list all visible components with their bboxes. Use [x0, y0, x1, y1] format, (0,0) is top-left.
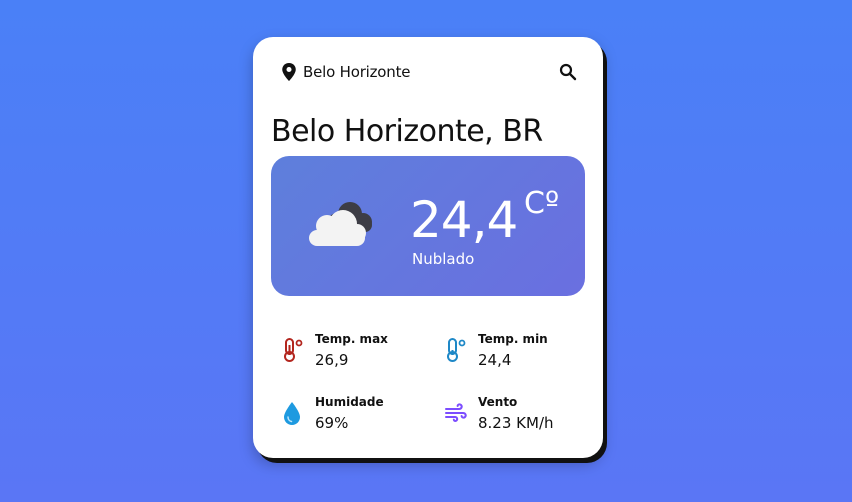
stat-label: Vento: [478, 395, 518, 409]
map-pin-icon: [282, 63, 296, 81]
cloudy-icon: [309, 202, 372, 246]
stat-wind: Vento 8.23 KM/h: [444, 394, 554, 434]
weather-card: Belo Horizonte Belo Horizonte, BR 24,4 C…: [253, 37, 603, 458]
temperature-unit: Cº: [524, 186, 560, 221]
thermometer-cold-icon: [447, 338, 466, 362]
stat-value: 24,4: [478, 351, 512, 369]
stat-label: Temp. min: [478, 332, 548, 346]
thermometer-hot-icon: [284, 338, 303, 362]
search-icon[interactable]: [559, 63, 577, 81]
stat-value: 8.23 KM/h: [478, 414, 554, 432]
stat-temp-max: Temp. max 26,9: [281, 331, 388, 371]
stat-value: 69%: [315, 414, 349, 432]
current-weather-panel: 24,4 Cº Nublado: [271, 156, 585, 296]
wind-icon: [445, 403, 467, 422]
stat-value: 26,9: [315, 351, 349, 369]
water-drop-icon: [284, 402, 300, 425]
weather-condition: Nublado: [412, 250, 475, 268]
location-input[interactable]: Belo Horizonte: [303, 63, 559, 81]
search-bar: Belo Horizonte: [281, 59, 577, 85]
stat-humidity: Humidade 69%: [281, 394, 384, 434]
stat-temp-min: Temp. min 24,4: [444, 331, 548, 371]
temperature-value: 24,4: [410, 191, 518, 249]
stat-label: Temp. max: [315, 332, 388, 346]
city-title: Belo Horizonte, BR: [271, 114, 543, 149]
stat-label: Humidade: [315, 395, 384, 409]
